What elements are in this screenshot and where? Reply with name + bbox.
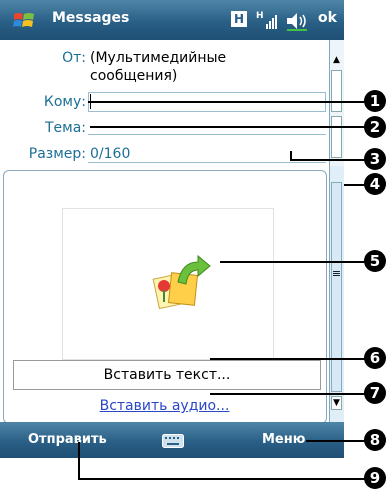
scroll-grip-icon: ≡ <box>331 267 342 280</box>
to-label: Кому: <box>43 94 86 110</box>
callout-line-3b <box>290 159 368 161</box>
callout-4: 4 <box>364 173 386 195</box>
body-scroll-thumb[interactable] <box>331 182 342 392</box>
volume-muted-icon[interactable] <box>285 10 311 32</box>
callout-5: 5 <box>364 250 386 272</box>
subject-label: Тема: <box>44 120 86 136</box>
send-button[interactable]: Отправить <box>28 432 107 447</box>
header-scroll-thumb[interactable] <box>331 70 342 112</box>
callout-2: 2 <box>364 116 386 138</box>
header-divider <box>88 162 326 163</box>
h-network-badge: H <box>231 11 247 27</box>
callout-6: 6 <box>364 347 386 369</box>
callout-line-5 <box>220 261 368 263</box>
from-value-line2: сообщения) <box>90 68 178 84</box>
header-scroll-up-button[interactable]: ▲ <box>331 54 342 66</box>
size-label: Размер: <box>28 146 86 162</box>
menu-button[interactable]: Меню <box>262 432 305 447</box>
windows-start-icon[interactable] <box>12 9 36 33</box>
callout-line-6 <box>210 358 368 360</box>
callout-7: 7 <box>364 382 386 404</box>
callout-1: 1 <box>364 90 386 112</box>
callout-line-9b <box>78 478 368 480</box>
callout-line-9a <box>78 442 80 480</box>
callout-9: 9 <box>364 467 386 489</box>
bottom-menu-bar: Отправить Меню <box>0 422 344 458</box>
svg-text:H: H <box>256 11 264 21</box>
network-signal-icon[interactable]: H <box>256 8 280 32</box>
window-title: Messages <box>52 10 130 26</box>
from-label: От: <box>62 50 86 66</box>
from-value-line1: (Мультимедийные <box>90 50 227 66</box>
scroll-down-arrow-icon: ▼ <box>333 398 340 408</box>
callout-line-1 <box>88 101 368 103</box>
insert-audio-link[interactable]: Вставить аудио... <box>0 398 329 414</box>
device-screen: Messages H H ok От: (Мультимедийные сооб… <box>0 0 344 458</box>
size-value: 0/160 <box>90 146 131 162</box>
keyboard-icon[interactable] <box>162 434 184 448</box>
ok-button[interactable]: ok <box>318 10 337 26</box>
callout-line-7 <box>210 393 368 395</box>
callout-line-2 <box>90 126 368 128</box>
callout-8: 8 <box>364 429 386 451</box>
subject-field[interactable] <box>88 134 326 135</box>
callout-line-8 <box>306 440 368 442</box>
callout-3: 3 <box>364 148 386 170</box>
title-bar: Messages H H ok <box>0 0 344 40</box>
header-scroll-track-lower[interactable] <box>331 116 342 158</box>
insert-text-button[interactable]: Вставить текст... <box>13 360 321 390</box>
insert-picture-icon[interactable] <box>148 252 212 312</box>
